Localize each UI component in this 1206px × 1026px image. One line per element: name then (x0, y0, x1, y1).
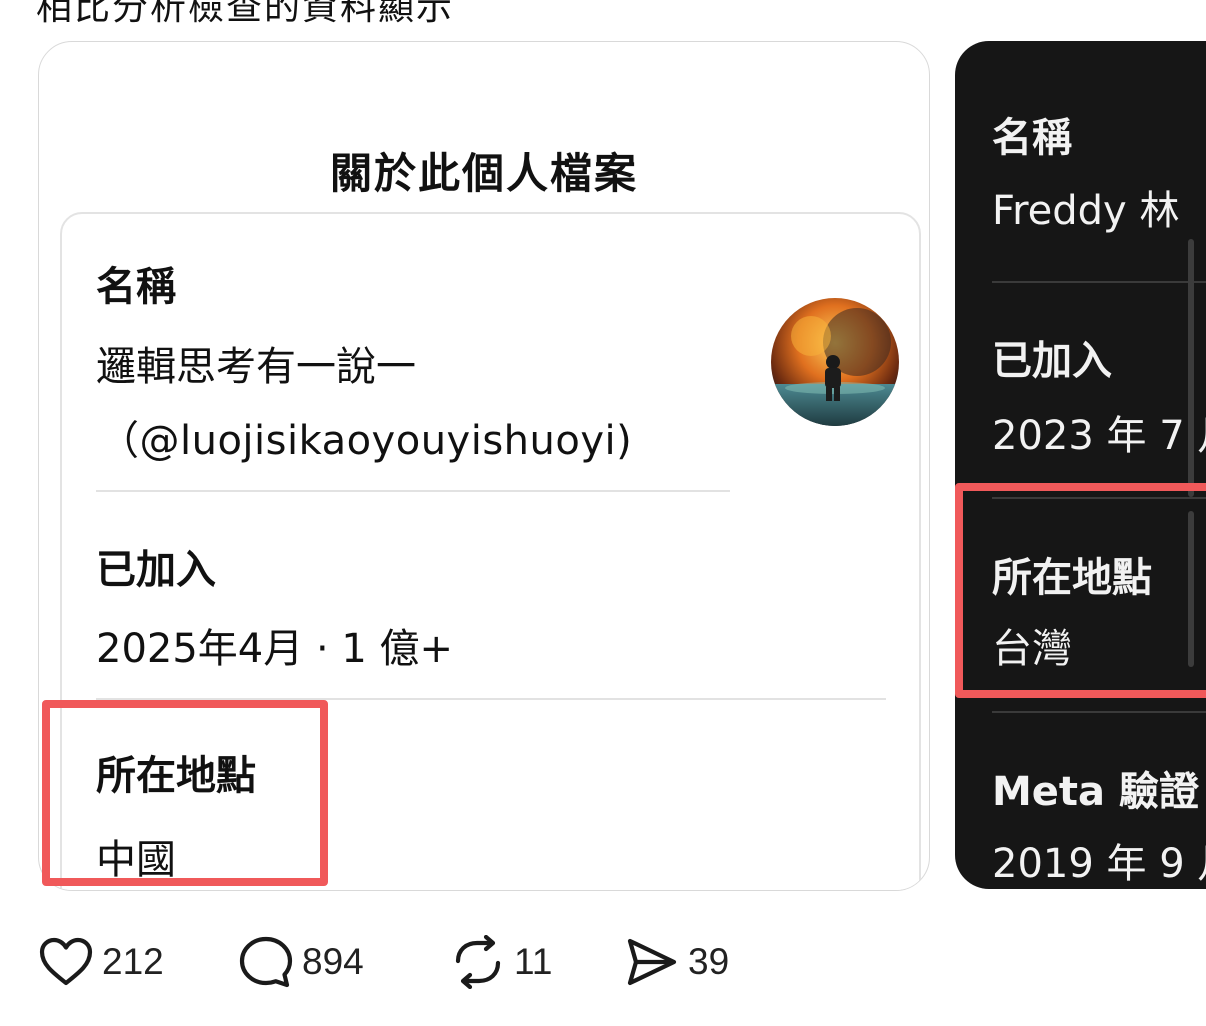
astronaut-avatar-image (771, 298, 899, 426)
like-count: 212 (102, 941, 164, 982)
comparison-profile-card[interactable]: 名稱 Freddy 林 已加入 2023 年 7 月 所在地點 台灣 Meta … (955, 41, 1206, 889)
dark-meta-value: 2019 年 9 月 (992, 841, 1206, 887)
avatar[interactable] (771, 298, 899, 426)
dark-joined-value: 2023 年 7 月 (992, 413, 1206, 459)
joined-value: 2025年4月 · 1 億+ (96, 626, 454, 672)
divider (992, 711, 1206, 713)
name-label: 名稱 (96, 264, 176, 310)
divider (96, 490, 730, 492)
dark-meta-label: Meta 驗證 (992, 769, 1199, 815)
joined-label: 已加入 (96, 547, 216, 593)
post-text-cutoff: 相比分析檢查的資料顯示 (36, 0, 455, 28)
divider (992, 281, 1206, 283)
card-title: 關於此個人檔案 (329, 149, 638, 198)
username-handle: （@luojisikaoyouyishuoyi) (99, 418, 633, 464)
dark-joined-label: 已加入 (992, 338, 1112, 384)
scrollbar[interactable] (1188, 239, 1194, 497)
dark-name-label: 名稱 (992, 115, 1072, 161)
repost-icon (455, 935, 501, 989)
dark-name-value: Freddy 林 (992, 188, 1180, 234)
comment-count: 894 (302, 941, 364, 982)
heart-icon (39, 937, 93, 986)
share-button[interactable]: 39 (624, 934, 729, 990)
display-name: 邏輯思考有一說一 (96, 344, 416, 390)
screenshot: 相比分析檢查的資料顯示 關於此個人檔案 名稱 邏輯思考有一說一 （@luojis… (0, 0, 1206, 1026)
location-highlight-box (955, 483, 1206, 698)
repost-count: 11 (514, 941, 553, 982)
send-icon (627, 938, 677, 986)
comment-button[interactable]: 894 (238, 934, 364, 990)
like-button[interactable]: 212 (38, 934, 164, 990)
share-count: 39 (688, 941, 730, 982)
repost-button[interactable]: 11 (450, 934, 552, 990)
comment-bubble-icon (239, 936, 293, 988)
location-highlight-box (42, 700, 328, 886)
